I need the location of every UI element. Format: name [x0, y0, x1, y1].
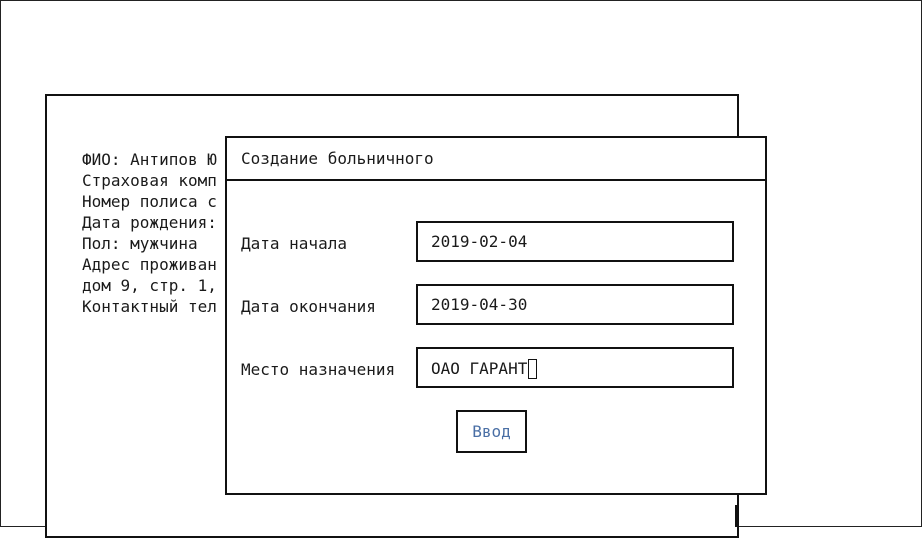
- place-input-value: ОАО ГАРАНТ: [431, 359, 528, 378]
- contact-phone-line: Контактный тел: [82, 297, 217, 316]
- patient-name-line: ФИО: Антипов Ю: [82, 150, 217, 169]
- end-date-label: Дата окончания: [241, 297, 376, 316]
- start-date-input[interactable]: [416, 221, 734, 262]
- gender-line: Пол: мужчина: [82, 234, 198, 253]
- policy-number-line: Номер полиса с: [82, 192, 217, 211]
- submit-button[interactable]: Ввод: [456, 410, 527, 453]
- place-input[interactable]: ОАО ГАРАНТ: [416, 347, 734, 388]
- end-date-input[interactable]: [416, 284, 734, 325]
- place-label: Место назначения: [241, 360, 396, 379]
- dialog-title: Создание больничного: [241, 149, 434, 168]
- address-line: Адрес проживан: [82, 255, 217, 274]
- panel-border-edge: [735, 505, 737, 527]
- birth-date-line: Дата рождения:: [82, 213, 217, 232]
- start-date-label: Дата начала: [241, 234, 347, 253]
- sick-leave-dialog: Создание больничного Дата начала Дата ок…: [225, 136, 767, 495]
- dialog-title-bar: Создание больничного: [227, 138, 765, 181]
- insurance-company-line: Страховая комп: [82, 171, 217, 190]
- text-cursor: [528, 359, 538, 379]
- address-continuation-line: дом 9, стр. 1,: [82, 276, 217, 295]
- patient-info-list: ФИО: Антипов Ю Страховая комп Номер поли…: [82, 149, 217, 317]
